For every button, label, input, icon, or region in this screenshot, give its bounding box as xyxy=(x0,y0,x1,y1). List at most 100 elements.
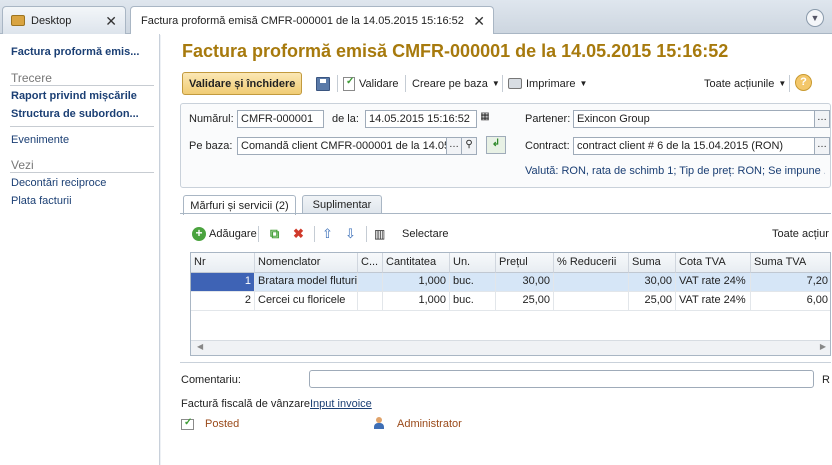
base-label: Pe baza: xyxy=(189,140,233,152)
barcode-icon[interactable]: ▥ xyxy=(374,224,385,244)
dropdown-arrow-icon: ▼ xyxy=(778,79,787,88)
fill-from-base-icon[interactable]: ↲ xyxy=(486,136,506,154)
sidebar-item-events[interactable]: Evenimente xyxy=(11,134,69,146)
sidebar-item-invoice-payment[interactable]: Plata facturii xyxy=(11,195,72,207)
table-cell: VAT rate 24% xyxy=(676,273,751,292)
divider xyxy=(366,226,367,242)
save-and-close-button[interactable]: Validare și închidere xyxy=(182,72,303,95)
table-cell: Cercei cu floricele xyxy=(255,292,358,311)
column-header[interactable]: Nomenclator xyxy=(255,253,358,273)
input-invoice-link[interactable]: Input invoice xyxy=(310,398,372,410)
sidebar-item-document[interactable]: Factura proformă emis... xyxy=(11,46,139,58)
divider xyxy=(180,213,831,214)
base-document-field[interactable]: Comandă client CMFR-000001 de la 14.05. xyxy=(237,137,447,155)
column-header[interactable]: C... xyxy=(358,253,383,273)
horizontal-scrollbar[interactable]: ◀ ▶ xyxy=(191,340,830,355)
table-row[interactable]: 1 Bratara model fluturi 1,000 buc. 30,00… xyxy=(191,273,830,292)
dropdown-arrow-icon: ▼ xyxy=(491,79,500,88)
table-cell: 25,00 xyxy=(629,292,676,311)
table-cell: 6,00 xyxy=(751,292,830,311)
search-icon[interactable]: ⚲ xyxy=(461,137,477,155)
partner-field[interactable]: Exincon Group xyxy=(573,110,815,128)
table-toolbar: + Adăugare ⧉ ✖ ⇧ ⇩ ▥ Selectare Toate acț… xyxy=(190,224,830,244)
add-label: Adăugare xyxy=(209,228,257,240)
tab-goods-services[interactable]: Mărfuri și servicii (2) xyxy=(183,195,296,215)
dropdown-arrow-icon: ▼ xyxy=(579,79,588,88)
close-icon[interactable]: ✕ xyxy=(473,13,485,30)
sidebar-item-subordination[interactable]: Structura de subordon... xyxy=(11,108,139,120)
chevron-down-icon[interactable]: ▼ xyxy=(806,9,824,27)
column-header[interactable]: Suma TVA xyxy=(751,253,830,273)
table-cell: 1,000 xyxy=(383,292,450,311)
divider xyxy=(789,75,790,92)
close-icon[interactable]: ✕ xyxy=(105,13,117,30)
divider xyxy=(337,75,338,92)
plus-icon: + xyxy=(192,227,206,241)
column-header[interactable]: Prețul xyxy=(496,253,554,273)
sidebar-item-settlements[interactable]: Decontări reciproce xyxy=(11,177,106,189)
column-header[interactable]: Un. xyxy=(450,253,496,273)
ellipsis-button[interactable]: … xyxy=(814,110,830,128)
delete-icon[interactable]: ✖ xyxy=(293,224,304,244)
table-row[interactable]: 2 Cercei cu floricele 1,000 buc. 25,00 2… xyxy=(191,292,830,311)
sidebar-group-trecere: Trecere xyxy=(11,71,52,85)
validate-label: Validare xyxy=(359,77,399,90)
contract-field[interactable]: contract client # 6 de la 15.04.2015 (RO… xyxy=(573,137,815,155)
create-based-menu[interactable]: Creare pe baza ▼ xyxy=(412,73,500,94)
copy-icon[interactable]: ⧉ xyxy=(270,224,279,244)
column-header[interactable]: % Reducerii xyxy=(554,253,629,273)
comment-label: Comentariu: xyxy=(181,374,241,386)
calendar-icon[interactable]: ▦ xyxy=(477,110,493,128)
tab-extra[interactable]: Suplimentar xyxy=(302,195,382,214)
save-button[interactable] xyxy=(316,73,330,94)
tab-document[interactable]: Factura proformă emisă CMFR-000001 de la… xyxy=(130,6,494,35)
add-button[interactable]: + Adăugare xyxy=(192,224,257,244)
posted-status-icon: ✓ xyxy=(181,417,194,430)
tab-document-label: Factura proformă emisă CMFR-000001 de la… xyxy=(141,15,464,27)
table-cell: VAT rate 24% xyxy=(676,292,751,311)
date-field[interactable]: 14.05.2015 15:16:52 xyxy=(365,110,477,128)
table-cell: 25,00 xyxy=(496,292,554,311)
column-header[interactable]: Nr xyxy=(191,253,255,273)
tab-desktop[interactable]: Desktop ✕ xyxy=(2,6,126,34)
all-actions-label: Toate acțiunile xyxy=(704,77,775,90)
number-label: Numărul: xyxy=(189,113,234,125)
column-header[interactable]: Suma xyxy=(629,253,676,273)
status-badge: Posted xyxy=(205,418,240,430)
select-button[interactable]: Selectare xyxy=(402,224,448,244)
column-header[interactable]: Cantitatea xyxy=(383,253,450,273)
author-label: Administrator xyxy=(397,418,462,430)
move-down-icon[interactable]: ⇩ xyxy=(345,224,356,244)
table-cell: 1,000 xyxy=(383,273,450,292)
table-cell: 1 xyxy=(191,273,255,292)
date-label: de la: xyxy=(332,113,359,125)
currency-info-link[interactable]: Valută: RON, rata de schimb 1; Tip de pr… xyxy=(525,165,825,177)
column-header[interactable]: Cota TVA xyxy=(676,253,751,273)
number-field[interactable]: CMFR-000001 xyxy=(237,110,324,128)
table-cell xyxy=(554,273,629,292)
scroll-left-icon[interactable]: ◀ xyxy=(197,342,203,351)
create-based-label: Creare pe baza xyxy=(412,77,488,90)
sidebar-item-movement-report[interactable]: Raport privind mișcările xyxy=(11,90,137,102)
divider xyxy=(258,226,259,242)
divider xyxy=(314,226,315,242)
partner-label: Partener: xyxy=(525,113,571,125)
scroll-right-icon[interactable]: ▶ xyxy=(820,342,826,351)
table-cell xyxy=(358,292,383,311)
table-cell: buc. xyxy=(450,292,496,311)
comment-field[interactable] xyxy=(309,370,814,388)
all-actions-menu[interactable]: Toate acțiunile ▼ xyxy=(704,73,786,94)
print-menu[interactable]: Imprimare ▼ xyxy=(508,73,587,94)
table-all-actions-menu[interactable]: Toate acțiur xyxy=(772,224,829,244)
divider xyxy=(502,75,503,92)
tab-desktop-label: Desktop xyxy=(31,14,72,27)
move-up-icon[interactable]: ⇧ xyxy=(322,224,333,244)
ellipsis-button[interactable]: … xyxy=(814,137,830,155)
ellipsis-button[interactable]: … xyxy=(446,137,462,155)
validate-button[interactable]: ✓ Validare xyxy=(343,73,399,94)
desktop-icon xyxy=(11,15,25,26)
help-icon[interactable]: ? xyxy=(795,74,812,91)
comment-tail-label: R xyxy=(822,374,830,386)
sidebar: Factura proformă emis... Trecere Raport … xyxy=(0,34,160,465)
print-label: Imprimare xyxy=(526,77,576,90)
